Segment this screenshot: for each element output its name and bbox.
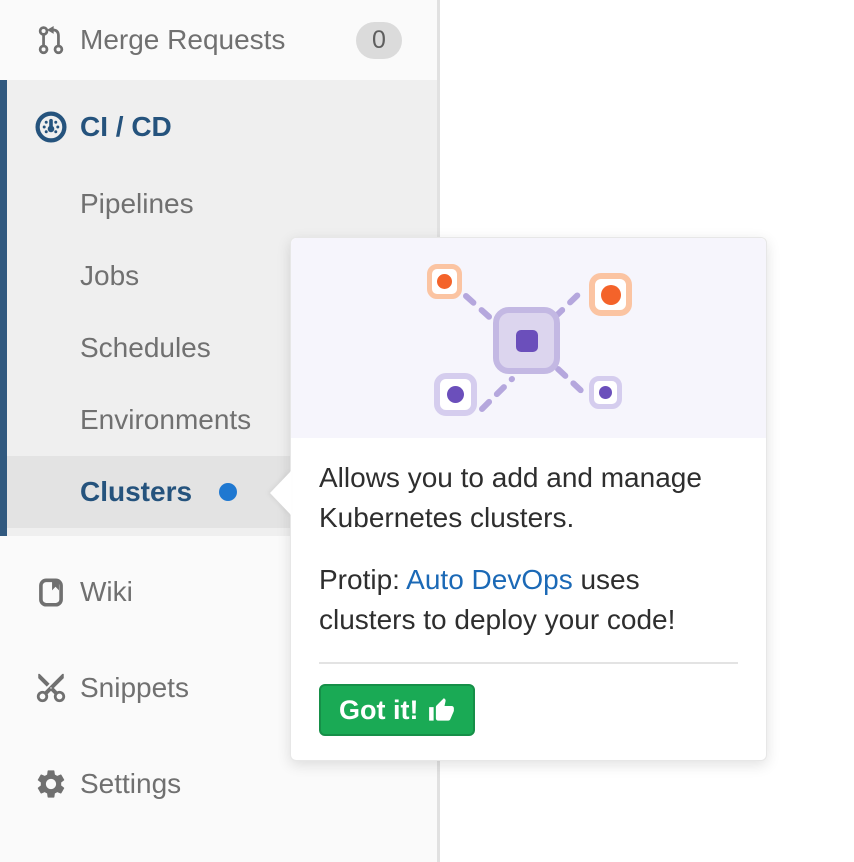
cluster-node-bottom-right (589, 376, 622, 409)
cluster-node-top-left (427, 264, 462, 299)
got-it-button[interactable]: Got it! (319, 684, 475, 736)
sidebar-item-label: Snippets (80, 672, 189, 704)
cluster-node-dot (599, 386, 612, 399)
notification-dot (219, 483, 237, 501)
scissors-icon (34, 671, 68, 705)
gear-icon (34, 767, 68, 801)
sidebar-item-merge-requests[interactable]: Merge Requests 0 (0, 0, 437, 80)
sidebar-item-label: Clusters (80, 476, 192, 508)
popover-divider (319, 662, 738, 664)
popover-body: Allows you to add and manage Kubernetes … (291, 438, 766, 760)
protip-prefix: Protip: (319, 564, 406, 595)
kubernetes-cluster-illustration (291, 238, 766, 438)
cluster-node-dot (437, 274, 452, 289)
sidebar-item-label: Schedules (80, 332, 211, 364)
cluster-node-bottom-left (434, 373, 477, 416)
cluster-node-dot (447, 386, 464, 403)
popover-description: Allows you to add and manage Kubernetes … (319, 458, 719, 538)
book-icon (34, 575, 68, 609)
sidebar-item-label: Merge Requests (80, 24, 285, 56)
sidebar-item-label: Environments (80, 404, 251, 436)
merge-request-icon (34, 23, 68, 57)
cluster-node-master (493, 307, 560, 374)
popover-protip: Protip: Auto DevOps uses clusters to dep… (319, 560, 719, 640)
popover-arrow (270, 471, 291, 515)
cluster-node-top-right (589, 273, 632, 316)
sidebar-item-cicd[interactable]: CI / CD (7, 90, 437, 164)
auto-devops-link[interactable]: Auto DevOps (406, 564, 573, 595)
sidebar-item-label: Wiki (80, 576, 133, 608)
sidebar-item-label: Jobs (80, 260, 139, 292)
thumbs-up-icon (428, 697, 455, 724)
clusters-feature-popover: Allows you to add and manage Kubernetes … (290, 237, 767, 761)
merge-requests-count-badge: 0 (356, 22, 402, 59)
cluster-node-dot (601, 285, 621, 305)
sidebar-item-label: CI / CD (80, 111, 172, 143)
cluster-node-core (516, 330, 538, 352)
got-it-button-label: Got it! (339, 695, 418, 726)
sidebar-item-label: Pipelines (80, 188, 194, 220)
sidebar-item-label: Settings (80, 768, 181, 800)
gauge-icon (34, 110, 68, 144)
sidebar-item-pipelines[interactable]: Pipelines (7, 168, 437, 240)
